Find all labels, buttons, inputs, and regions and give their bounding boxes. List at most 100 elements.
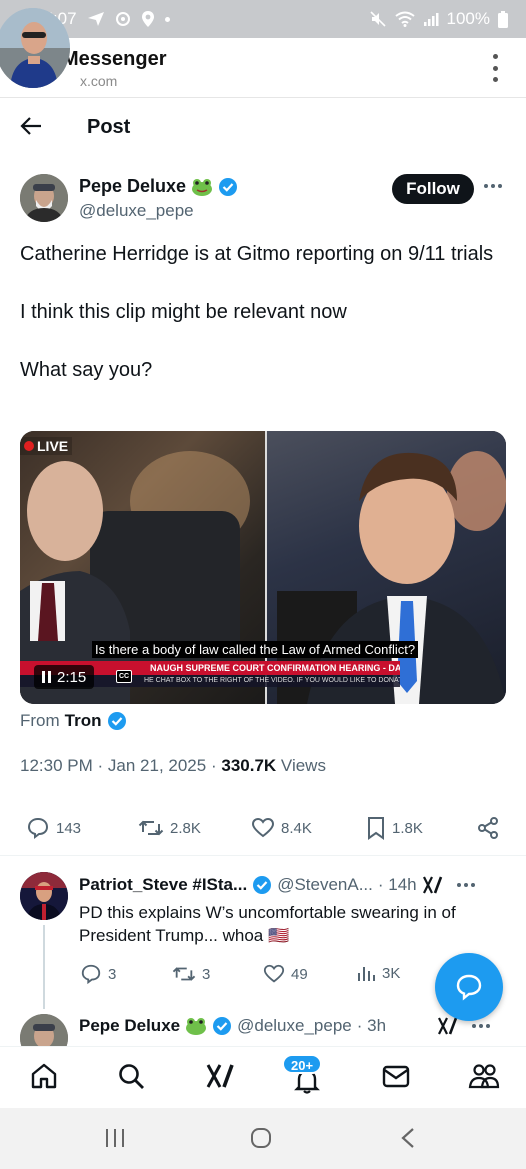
author-name-text: Pepe Deluxe [79, 176, 187, 196]
communities-icon[interactable] [468, 1061, 500, 1091]
app-menu-button[interactable] [490, 54, 500, 82]
post-nav: Post [0, 98, 526, 156]
views-chart-icon [358, 967, 375, 981]
closed-captions-icon[interactable]: CC [116, 670, 132, 683]
bottom-nav: 20+ [0, 1046, 526, 1108]
reply-avatar[interactable] [20, 872, 68, 920]
home-circle-icon[interactable] [249, 1126, 273, 1150]
reply-repost-count: 3 [202, 965, 211, 983]
meta-separator: · [97, 756, 104, 775]
reply-views-button[interactable]: 3K [356, 963, 400, 983]
heart-icon [251, 817, 275, 838]
reply-more-button[interactable] [456, 883, 475, 887]
search-icon[interactable] [116, 1061, 146, 1091]
app-header: Messenger x.com [0, 38, 526, 98]
system-nav-bar [0, 1108, 526, 1169]
battery-percent: 100% [446, 9, 490, 28]
reply-text: PD this explains W’s uncomfortable swear… [79, 903, 456, 945]
meta-separator: · [210, 756, 217, 775]
status-bar: 05:07 100% [0, 0, 526, 38]
location-icon [141, 11, 154, 27]
author-name[interactable]: Pepe Deluxe [79, 176, 238, 197]
reply-button[interactable]: 143 [26, 816, 81, 840]
reply-reply-button[interactable]: 3 [80, 963, 116, 985]
live-label: LIVE [37, 438, 69, 454]
recent-apps-icon[interactable] [104, 1126, 126, 1150]
live-badge: LIVE [20, 437, 73, 455]
views-count: 330.7K [221, 756, 277, 775]
reply-count: 143 [56, 819, 82, 837]
share-icon [478, 817, 498, 839]
verified-badge-icon [213, 1017, 232, 1035]
views-label: Views [280, 756, 326, 775]
post-time: 12:30 PM [20, 756, 93, 775]
repost-icon [138, 820, 164, 836]
author-avatar[interactable] [20, 174, 68, 222]
reply-reply-count: 3 [108, 965, 117, 983]
reply-header: Pepe Deluxe @deluxe_pepe · 3h [79, 1016, 491, 1036]
reply-author-name[interactable]: Patriot_Steve #ISta... [79, 875, 247, 895]
bookmark-count: 1.8K [392, 819, 423, 837]
pause-icon [42, 671, 51, 683]
reply-like-count: 49 [291, 965, 308, 983]
reply-author-name[interactable]: Pepe Deluxe [79, 1016, 180, 1036]
video-time: 2:15 [57, 668, 87, 686]
messages-envelope-icon[interactable] [381, 1061, 411, 1091]
grok-icon[interactable] [422, 875, 444, 895]
post-paragraph: Catherine Herridge is at Gitmo reporting… [20, 243, 494, 265]
frog-emoji-icon [192, 178, 213, 196]
grok-icon[interactable] [437, 1016, 459, 1036]
live-dot-icon [24, 441, 34, 451]
back-chevron-icon[interactable] [398, 1126, 418, 1150]
post-meta: 12:30 PM · Jan 21, 2025 · 330.7K Views [20, 756, 326, 776]
reply-author-handle: @StevenA... [277, 875, 373, 894]
heart-icon [263, 964, 285, 983]
bookmark-icon [368, 817, 384, 840]
menu-dot [492, 65, 498, 71]
more-dot [491, 184, 495, 188]
video-player[interactable]: LIVE Is there a body of law called the L… [20, 431, 506, 704]
person-photo-icon [20, 872, 68, 920]
page-title: Post [87, 116, 131, 138]
sync-icon [115, 12, 130, 26]
reply-views-count: 3K [382, 964, 401, 982]
repost-count: 2.8K [170, 819, 201, 837]
source-prefix: From [20, 711, 60, 730]
home-icon[interactable] [29, 1061, 59, 1091]
post-paragraph: I think this clip might be relevant now [20, 301, 347, 323]
thread-line [43, 925, 45, 1009]
reply-like-button[interactable]: 49 [263, 963, 308, 985]
verified-badge-icon [253, 876, 272, 894]
reply-repost-button[interactable]: 3 [172, 963, 210, 985]
back-arrow-icon[interactable] [20, 116, 42, 136]
author-handle: @deluxe_pepe [79, 201, 194, 220]
repost-button[interactable]: 2.8K [138, 816, 201, 840]
reply-time: · 3h [356, 1016, 387, 1035]
source-name[interactable]: Tron [65, 711, 102, 731]
app-url: x.com [80, 73, 118, 89]
person-photo-icon [20, 1014, 68, 1046]
like-button[interactable]: 8.4K [251, 816, 312, 840]
compose-reply-button[interactable] [435, 953, 503, 1021]
more-dot [498, 184, 502, 188]
share-button[interactable] [476, 816, 500, 840]
post-text: Catherine Herridge is at Gitmo reporting… [20, 240, 500, 414]
post-more-button[interactable] [484, 184, 502, 188]
signal-icon [423, 13, 439, 26]
follow-button[interactable]: Follow [392, 174, 474, 204]
reply-icon [27, 817, 49, 839]
more-dot [484, 184, 488, 188]
video-caption: Is there a body of law called the Law of… [92, 641, 419, 658]
notification-dot [164, 16, 170, 22]
app-title: Messenger [62, 48, 167, 70]
notifications-badge: 20+ [282, 1054, 323, 1074]
reply-avatar[interactable] [20, 1014, 68, 1046]
post-paragraph: What say you? [20, 359, 153, 381]
video-play-pause[interactable]: 2:15 [34, 665, 95, 689]
reply-more-button[interactable] [472, 1024, 491, 1028]
reply-header: Patriot_Steve #ISta... @StevenA... · 14h [79, 875, 475, 895]
menu-dot [492, 77, 498, 82]
reply-icon [81, 964, 101, 985]
bookmark-button[interactable]: 1.8K [366, 816, 423, 840]
grok-icon[interactable] [205, 1061, 235, 1091]
